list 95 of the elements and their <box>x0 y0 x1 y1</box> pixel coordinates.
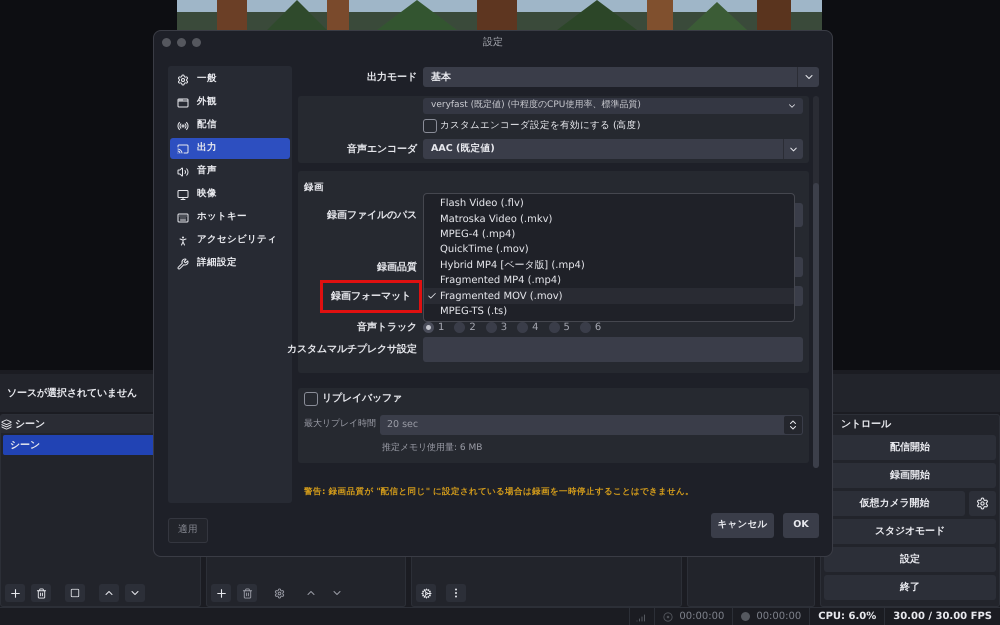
checkbox-label: リプレイバッファ <box>322 391 402 406</box>
scrollbar[interactable] <box>813 96 819 468</box>
memory-estimate: 推定メモリ使用量: 6 MB <box>382 442 484 455</box>
checkbox[interactable] <box>423 119 437 133</box>
fps-reading: 30.00 / 30.00 FPS <box>893 610 992 624</box>
delete-button[interactable] <box>31 584 51 602</box>
muxer-field[interactable] <box>423 337 803 362</box>
antenna-icon <box>177 120 189 132</box>
menu-button[interactable] <box>446 584 466 602</box>
keyboard-icon <box>177 212 189 224</box>
ok-button[interactable]: OK <box>783 512 819 538</box>
screen-icon <box>177 142 189 154</box>
radio-label: 3 <box>500 320 508 335</box>
monitor-icon <box>177 188 189 200</box>
field-label: 音声トラック <box>357 320 417 335</box>
move-down-button[interactable] <box>125 584 145 602</box>
menu-item[interactable]: Fragmented MP4 (.mp4) <box>424 272 794 288</box>
wrench-icon <box>177 258 189 270</box>
apply-button[interactable]: 適用 <box>168 518 208 543</box>
sidebar-item[interactable]: 映像 <box>170 184 290 205</box>
checkbox[interactable] <box>304 392 318 406</box>
menu-item[interactable]: MPEG-4 (.mp4) <box>424 226 794 242</box>
radio-button[interactable] <box>580 322 591 333</box>
trash-icon <box>242 588 252 598</box>
settings-button[interactable] <box>416 584 436 602</box>
field-label: 音声エンコーダ <box>347 142 417 156</box>
gear-icon <box>976 497 989 510</box>
radio-button[interactable] <box>517 322 528 333</box>
stream-icon <box>663 612 674 622</box>
field-label: 出力モード <box>367 70 417 84</box>
menu-item[interactable]: Hybrid MP4 [ベータ版] (.mp4) <box>424 258 794 273</box>
radio-label: 1 <box>438 320 444 335</box>
encoder-preset-select[interactable]: veryfast (既定値) (中程度のCPU使用率、標準品質) <box>423 98 803 114</box>
radio-button[interactable] <box>486 322 497 333</box>
gear-icon <box>177 74 189 86</box>
field-label: 録画ファイルのパス <box>327 208 417 223</box>
cpu-usage: CPU: 6.0% <box>818 610 876 624</box>
no-source-text: ソースが選択されていません <box>7 386 137 400</box>
check-icon <box>427 291 437 302</box>
record-indicator-icon <box>741 612 750 621</box>
warning-text: 警告: 録画品質が "配信と同じ" に設定されている場合は録画を一時停止することはできません。 <box>303 486 696 499</box>
add-button[interactable] <box>5 584 25 602</box>
gear-icon <box>420 588 432 598</box>
sidebar-item[interactable]: 音声 <box>170 161 290 182</box>
menu-item[interactable]: Matroska Video (.mkv) <box>424 211 794 227</box>
window-icon <box>177 96 189 108</box>
sidebar-item[interactable]: 配信 <box>170 115 290 136</box>
section-title: 録画 <box>302 181 325 195</box>
field-label: 最大リプレイ時間 <box>304 418 376 432</box>
cancel-button[interactable]: キャンセル <box>711 512 774 538</box>
sidebar-item[interactable]: ホットキー <box>170 207 290 228</box>
dock-title: ントロール <box>841 418 891 432</box>
dock-title: シーン <box>15 418 45 432</box>
filter-button[interactable] <box>65 584 85 602</box>
sidebar-item[interactable]: 出力 <box>170 138 290 159</box>
sidebar-item[interactable]: アクセシビリティ <box>170 230 290 251</box>
plus-icon <box>214 586 228 600</box>
stepper-icon <box>787 419 799 431</box>
scenes-icon <box>1 418 12 430</box>
radio-label: 5 <box>564 320 570 335</box>
sidebar-item[interactable]: 詳細設定 <box>170 253 290 274</box>
trash-icon <box>36 588 46 598</box>
stream-time: 00:00:00 <box>679 610 724 624</box>
field-label: カスタムマルチプレクサ設定 <box>287 342 417 358</box>
radio-label: 4 <box>532 320 538 335</box>
person-icon <box>177 234 189 246</box>
menu-item[interactable]: MPEG-TS (.ts) <box>424 304 794 320</box>
output-mode-select[interactable]: 基本 <box>423 67 819 87</box>
window-title: 設定 <box>483 36 503 50</box>
settings-button[interactable] <box>969 491 996 516</box>
menu-item[interactable]: Fragmented MOV (.mov) <box>424 288 794 304</box>
radio-button[interactable] <box>454 322 466 333</box>
max-replay-time-field[interactable]: 20 sec <box>380 415 803 435</box>
radio-label: 6 <box>594 320 602 335</box>
sidebar-item[interactable]: 外観 <box>170 92 290 113</box>
radio-button[interactable] <box>548 322 560 333</box>
control-button[interactable]: 設定 <box>824 547 996 572</box>
delete-button[interactable] <box>237 584 257 602</box>
gear-icon <box>274 588 284 598</box>
move-up-button[interactable] <box>99 584 119 602</box>
sidebar-item[interactable]: 一般 <box>170 69 290 90</box>
speaker-icon <box>177 166 189 178</box>
field-label: 録画品質 <box>377 260 417 275</box>
record-time: 00:00:00 <box>756 610 802 624</box>
radio-label: 2 <box>469 320 476 335</box>
square-icon <box>70 588 80 598</box>
menu-item[interactable]: Flash Video (.flv) <box>424 196 794 212</box>
field-label: 録画フォーマット <box>320 280 422 313</box>
menu-item[interactable]: QuickTime (.mov) <box>424 242 794 258</box>
control-button[interactable]: 終了 <box>824 575 996 600</box>
plus-icon <box>8 586 22 600</box>
checkbox-label: カスタムエンコーダ設定を有効にする (高度) <box>440 118 640 133</box>
audio-encoder-select[interactable]: AAC (既定値) <box>423 139 803 159</box>
radio-button[interactable] <box>423 322 434 333</box>
add-button[interactable] <box>211 584 231 602</box>
